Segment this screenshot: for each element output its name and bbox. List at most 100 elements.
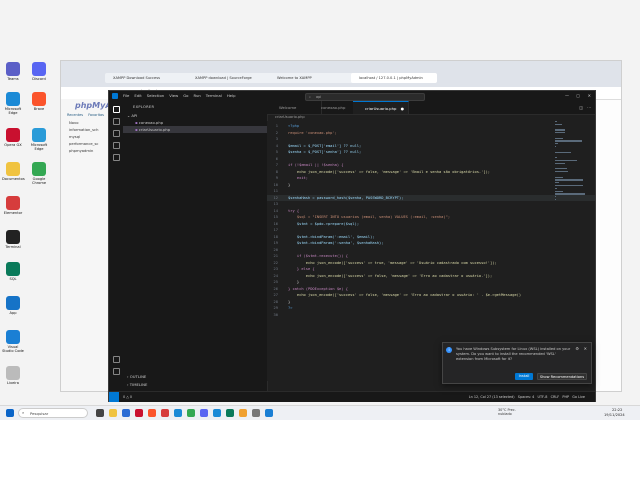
desktop-icon-label: Lixeira: [7, 381, 19, 385]
menu-item[interactable]: View: [169, 93, 178, 98]
browser-tab[interactable]: XAMPP Download Success: [105, 73, 191, 83]
menu-item[interactable]: Run: [194, 93, 201, 98]
taskbar-app-icon[interactable]: [187, 409, 195, 417]
tree-item[interactable]: information_sch: [61, 127, 111, 134]
tree-item[interactable]: phpmyadmin: [61, 148, 111, 155]
minimap-line: [555, 129, 565, 131]
browser-tab[interactable]: XAMPP download | SourceForge: [187, 73, 273, 83]
code-text: $senha = $_POST['senha'] ?? null;: [288, 150, 362, 154]
taskbar-app-icon[interactable]: [239, 409, 247, 417]
chevron-down-icon: ⌄: [127, 113, 131, 118]
close-icon[interactable]: ✕: [588, 91, 591, 101]
menu-item[interactable]: Terminal: [206, 93, 222, 98]
start-icon[interactable]: [6, 409, 14, 417]
desktop-icon[interactable]: Discord: [28, 62, 50, 81]
account-icon[interactable]: [112, 356, 120, 363]
menu-item[interactable]: Selection: [147, 93, 165, 98]
maximize-icon[interactable]: ▢: [576, 91, 580, 101]
clock-time[interactable]: 22:22: [612, 408, 622, 412]
timeline-section[interactable]: › TIMELINE: [127, 381, 147, 388]
taskbar-app-icon[interactable]: [226, 409, 234, 417]
split-editor-icon[interactable]: ◫: [579, 101, 583, 114]
close-icon[interactable]: ✕: [584, 346, 587, 351]
minimize-icon[interactable]: —: [565, 91, 569, 101]
taskbar-app-icon[interactable]: [109, 409, 117, 417]
desktop-icon[interactable]: Microsoft Edge: [2, 92, 24, 115]
browser-tab[interactable]: Welcome to XAMPP: [269, 73, 355, 83]
breadcrumb[interactable]: criarUsuario.php: [267, 114, 305, 121]
browser-tab-active[interactable]: localhost / 127.0.0.1 | phpMyAdmin: [351, 73, 437, 83]
favorites-link[interactable]: Favoritas: [88, 113, 104, 117]
menu-item[interactable]: Go: [183, 93, 188, 98]
minimap-line: [555, 171, 568, 173]
search-icon[interactable]: [112, 118, 120, 125]
show-recommendations-button[interactable]: Show Recommendations: [537, 373, 587, 380]
taskbar-app-icon[interactable]: [174, 409, 182, 417]
code-text: $stmt->bindParam(':senha', $senhaHash);: [288, 241, 384, 245]
taskbar-app-icon[interactable]: [122, 409, 130, 417]
desktop-icon[interactable]: Terminal: [2, 230, 24, 249]
problems-count[interactable]: 0 △ 0: [123, 392, 132, 402]
app-icon: [6, 92, 20, 106]
desktop-icon[interactable]: SQL: [2, 262, 24, 281]
run-debug-icon[interactable]: [112, 142, 120, 149]
desktop-icon[interactable]: Opera GX: [2, 128, 24, 147]
source-control-icon[interactable]: [112, 130, 120, 137]
explorer-icon[interactable]: [112, 106, 120, 113]
tab-criarusuario[interactable]: criarUsuario.php ●: [353, 101, 409, 114]
desktop-icon[interactable]: Microsoft Edge: [28, 128, 50, 151]
code-text: $stmt = $pdo->prepare($sql);: [288, 221, 360, 226]
code-line[interactable]: 24 echo json_encode(['success' => false,…: [267, 273, 493, 280]
desktop-icon[interactable]: Google Chrome: [28, 162, 50, 185]
weather-widget[interactable]: 30°C Prec. nublado: [498, 408, 528, 416]
desktop-icon[interactable]: Lixeira: [2, 366, 24, 385]
settings-gear-icon[interactable]: ⚙: [575, 346, 579, 351]
clock-date[interactable]: 19/11/2024: [604, 413, 625, 417]
file-criarusuario[interactable]: ▪ criarUsuario.php: [123, 126, 267, 133]
recent-link[interactable]: Recentes: [67, 113, 83, 117]
desktop-icon[interactable]: Teams: [2, 62, 24, 81]
remote-indicator-icon[interactable]: [109, 392, 119, 402]
tab-label: criarUsuario.php: [365, 106, 397, 111]
minimap-line: [555, 184, 583, 187]
desktop-icon[interactable]: App: [2, 296, 24, 315]
tree-item[interactable]: mysql: [61, 134, 111, 141]
code-line[interactable]: 27 echo json_encode(['success' => false,…: [267, 292, 522, 299]
more-actions-icon[interactable]: ⋯: [587, 101, 591, 114]
tree-item[interactable]: Novo: [61, 120, 111, 127]
tree-item[interactable]: performance_sc: [61, 141, 111, 148]
taskbar-app-icon[interactable]: [161, 409, 169, 417]
minimap-line: [555, 176, 564, 178]
menu-item[interactable]: Edit: [134, 93, 141, 98]
status-info[interactable]: Ln 12, Col 27 (13 selected) Spaces: 4 UT…: [469, 392, 585, 402]
timeline-label: TIMELINE: [129, 382, 148, 387]
taskbar-app-icon[interactable]: [265, 409, 273, 417]
folder-api[interactable]: ⌄ API: [123, 112, 267, 119]
desktop: Teams Discord Microsoft Edge Brave Opera GX M…: [0, 0, 640, 405]
install-button[interactable]: Install: [515, 373, 533, 380]
file-conexao[interactable]: ▪ conexao.php: [123, 119, 267, 126]
menu-item[interactable]: File: [123, 93, 129, 98]
taskbar-app-icon[interactable]: [252, 409, 260, 417]
desktop-icon[interactable]: Brave: [28, 92, 50, 111]
code-line[interactable]: 12 $senhaHash = password_hash($senha, PAS…: [267, 194, 595, 201]
code-line[interactable]: 30: [267, 312, 288, 319]
taskbar-app-icon[interactable]: [135, 409, 143, 417]
taskbar-app-icon[interactable]: [200, 409, 208, 417]
command-center-search[interactable]: ⌕ api: [305, 93, 425, 101]
desktop-icon[interactable]: Visual Studio Code: [2, 330, 24, 353]
unsaved-dot-icon[interactable]: ●: [401, 106, 404, 111]
app-icon: [32, 128, 46, 142]
command-center-text: api: [316, 95, 322, 99]
minimap[interactable]: [555, 121, 587, 201]
taskbar-app-icon[interactable]: [148, 409, 156, 417]
menu-item[interactable]: Help: [227, 93, 236, 98]
desktop-icon[interactable]: Elementor: [2, 196, 24, 215]
taskbar-app-icon[interactable]: [96, 409, 104, 417]
taskbar-search[interactable]: ⌕ Pesquisar: [18, 408, 88, 418]
extensions-icon[interactable]: [112, 154, 120, 161]
desktop-icon[interactable]: Documentos: [2, 162, 25, 181]
taskbar-app-icon[interactable]: [213, 409, 221, 417]
settings-gear-icon[interactable]: [112, 368, 120, 375]
outline-section[interactable]: › OUTLINE: [127, 373, 146, 380]
